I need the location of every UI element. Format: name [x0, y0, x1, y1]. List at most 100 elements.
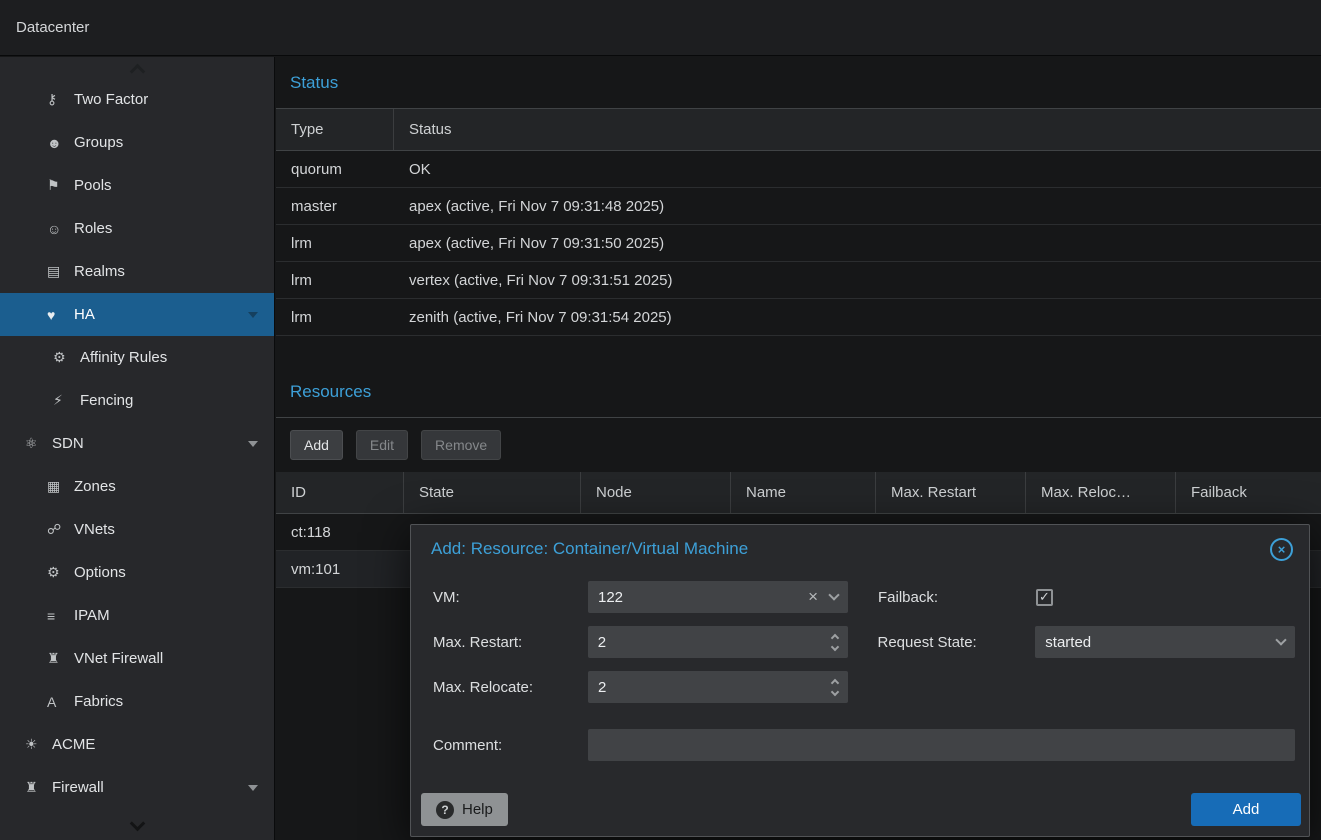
comment-label: Comment:: [433, 737, 588, 754]
sidebar-item-label: VNets: [74, 521, 115, 538]
column-header-name[interactable]: Name: [731, 472, 876, 513]
column-header-id[interactable]: ID: [276, 472, 404, 513]
column-header-max-relocate[interactable]: Max. Reloc…: [1026, 472, 1176, 513]
chevron-down-icon[interactable]: [248, 785, 258, 791]
dialog-add-button[interactable]: Add: [1191, 793, 1301, 826]
cell-status: apex (active, Fri Nov 7 09:31:48 2025): [394, 188, 1321, 224]
max-relocate-label: Max. Relocate:: [433, 679, 588, 696]
remove-button[interactable]: Remove: [421, 430, 501, 460]
column-header-type[interactable]: Type: [276, 109, 394, 150]
failback-checkbox[interactable]: ✓: [1036, 589, 1053, 606]
fabric-icon: A: [47, 694, 74, 710]
sidebar-item-label: Firewall: [52, 779, 104, 796]
shield-icon: ♜: [47, 650, 74, 667]
app-header: Datacenter: [0, 0, 1321, 56]
help-button-label: Help: [462, 801, 493, 818]
sidebar-item-realms[interactable]: ▤ Realms: [0, 250, 274, 293]
close-icon[interactable]: ×: [1270, 538, 1293, 561]
table-row[interactable]: lrm zenith (active, Fri Nov 7 09:31:54 2…: [276, 299, 1321, 336]
cell-status: OK: [394, 151, 1321, 187]
max-relocate-value: 2: [598, 679, 824, 696]
sidebar-item-label: Pools: [74, 177, 112, 194]
sidebar-item-sdn[interactable]: ⚛ SDN: [0, 422, 274, 465]
edit-button[interactable]: Edit: [356, 430, 408, 460]
sidebar-item-two-factor[interactable]: ⚷ Two Factor: [0, 78, 274, 121]
column-header-failback[interactable]: Failback: [1176, 472, 1321, 513]
request-state-value: started: [1045, 634, 1277, 651]
sidebar-item-zones[interactable]: ▦ Zones: [0, 465, 274, 508]
add-resource-dialog: Add: Resource: Container/Virtual Machine…: [410, 524, 1310, 837]
chevron-down-icon[interactable]: [828, 589, 839, 600]
sidebar-item-affinity-rules[interactable]: ⚙ Affinity Rules: [0, 336, 274, 379]
dialog-body: VM: 122 × Failback: ✓ Max. Restart: 2 Re…: [411, 567, 1309, 761]
vm-combo[interactable]: 122 ×: [588, 581, 848, 613]
chevron-up-icon[interactable]: [831, 678, 839, 686]
clear-icon[interactable]: ×: [808, 587, 818, 607]
chevron-up-icon: [129, 64, 145, 80]
add-button[interactable]: Add: [290, 430, 343, 460]
cell-status: zenith (active, Fri Nov 7 09:31:54 2025): [394, 299, 1321, 335]
sidebar-item-label: Zones: [74, 478, 116, 495]
users-icon: ☻: [47, 135, 74, 151]
sidebar-item-fencing[interactable]: ⚡ Fencing: [0, 379, 274, 422]
spinner-buttons[interactable]: [832, 635, 838, 650]
max-restart-value: 2: [598, 634, 824, 651]
user-icon: ☺: [47, 221, 74, 237]
heartbeat-icon: ♥: [47, 307, 74, 323]
max-restart-label: Max. Restart:: [433, 634, 588, 651]
grid-icon: ▦: [47, 478, 74, 495]
max-relocate-spinner[interactable]: 2: [588, 671, 848, 703]
chevron-down-icon[interactable]: [248, 441, 258, 447]
scroll-down-indicator[interactable]: [0, 812, 274, 840]
cell-status: apex (active, Fri Nov 7 09:31:50 2025): [394, 225, 1321, 261]
table-row[interactable]: lrm vertex (active, Fri Nov 7 09:31:51 2…: [276, 262, 1321, 299]
chevron-down-icon[interactable]: [248, 312, 258, 318]
tags-icon: ⚑: [47, 177, 74, 194]
column-header-node[interactable]: Node: [581, 472, 731, 513]
column-header-max-restart[interactable]: Max. Restart: [876, 472, 1026, 513]
sidebar-item-fabrics[interactable]: A Fabrics: [0, 680, 274, 723]
chevron-down-icon[interactable]: [1275, 634, 1286, 645]
resources-table-header: ID State Node Name Max. Restart Max. Rel…: [276, 472, 1321, 514]
chevron-up-icon[interactable]: [830, 633, 838, 641]
sidebar-item-label: Options: [74, 564, 126, 581]
sidebar: ⚷ Two Factor ☻ Groups ⚑ Pools ☺ Roles ▤ …: [0, 57, 275, 840]
scroll-up-indicator[interactable]: [0, 57, 274, 78]
spinner-buttons[interactable]: [832, 680, 838, 695]
table-row[interactable]: lrm apex (active, Fri Nov 7 09:31:50 202…: [276, 225, 1321, 262]
sidebar-item-pools[interactable]: ⚑ Pools: [0, 164, 274, 207]
failback-label: Failback:: [878, 589, 1036, 606]
sidebar-item-vnets[interactable]: ☍ VNets: [0, 508, 274, 551]
chevron-down-icon: [129, 815, 145, 831]
gear-icon: ⚙: [47, 564, 74, 581]
sidebar-item-acme[interactable]: ☀ ACME: [0, 723, 274, 766]
cell-type: master: [276, 188, 394, 224]
status-table-header: Type Status: [276, 109, 1321, 151]
sidebar-item-label: Realms: [74, 263, 125, 280]
sidebar-item-ha[interactable]: ♥ HA: [0, 293, 274, 336]
chevron-down-icon[interactable]: [831, 687, 839, 695]
cell-type: lrm: [276, 299, 394, 335]
sidebar-item-label: IPAM: [74, 607, 110, 624]
request-state-select[interactable]: started: [1035, 626, 1295, 658]
sidebar-item-groups[interactable]: ☻ Groups: [0, 121, 274, 164]
comment-input[interactable]: [588, 729, 1295, 761]
column-header-status[interactable]: Status: [394, 109, 1321, 150]
sidebar-item-label: VNet Firewall: [74, 650, 163, 667]
chevron-down-icon[interactable]: [830, 642, 838, 650]
table-row[interactable]: quorum OK: [276, 151, 1321, 188]
sidebar-item-roles[interactable]: ☺ Roles: [0, 207, 274, 250]
help-button[interactable]: ? Help: [421, 793, 508, 826]
sidebar-item-vnet-firewall[interactable]: ♜ VNet Firewall: [0, 637, 274, 680]
sidebar-item-ipam[interactable]: ≡ IPAM: [0, 594, 274, 637]
column-header-state[interactable]: State: [404, 472, 581, 513]
max-restart-spinner[interactable]: 2: [588, 626, 848, 658]
key-icon: ⚷: [47, 91, 74, 108]
bolt-icon: ⚡: [53, 392, 80, 409]
cell-id: vm:101: [276, 551, 404, 587]
network-icon: ⚛: [25, 435, 52, 452]
sidebar-item-options[interactable]: ⚙ Options: [0, 551, 274, 594]
sidebar-item-firewall[interactable]: ♜ Firewall: [0, 766, 274, 809]
sidebar-item-label: ACME: [52, 736, 95, 753]
table-row[interactable]: master apex (active, Fri Nov 7 09:31:48 …: [276, 188, 1321, 225]
